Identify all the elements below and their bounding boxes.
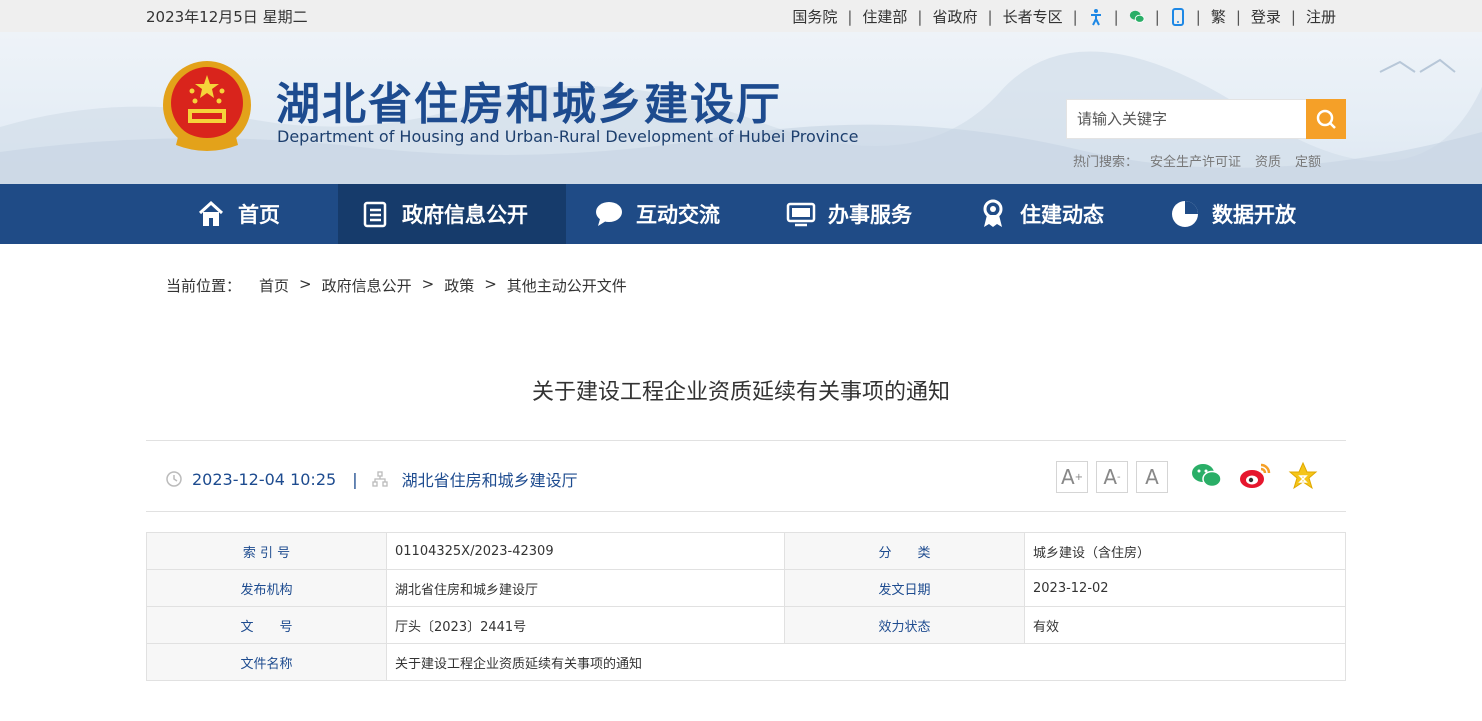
award-ribbon-icon [978, 199, 1008, 229]
document-list-icon [360, 199, 390, 229]
breadcrumb-item[interactable]: 政府信息公开 [322, 275, 412, 296]
info-key: 效力状态 [784, 606, 1025, 644]
font-size-decrease-button[interactable]: A- [1096, 461, 1128, 493]
nav-item-news[interactable]: 住建动态 [978, 184, 1104, 244]
divider: | [1235, 7, 1241, 26]
info-value: 有效 [1024, 606, 1346, 644]
link-elderly-zone[interactable]: 长者专区 [1003, 6, 1063, 27]
share-weibo-icon[interactable] [1238, 459, 1272, 493]
document-info-table: 索 引 号 01104325X/2023-42309 分 类 城乡建设（含住房）… [146, 532, 1346, 681]
nav-item-open-data[interactable]: 数据开放 [1170, 184, 1296, 244]
info-value: 厅头〔2023〕2441号 [386, 606, 785, 644]
link-login[interactable]: 登录 [1251, 6, 1281, 27]
divider: | [1113, 7, 1119, 26]
link-mohurd[interactable]: 住建部 [862, 6, 907, 27]
font-size-increase-button[interactable]: A + [1056, 461, 1088, 493]
breadcrumb-separator: > [299, 275, 312, 293]
divider: | [917, 7, 923, 26]
publish-datetime: 2023-12-04 10:25 [192, 469, 337, 489]
search-button[interactable] [1306, 99, 1346, 139]
nav-label: 政府信息公开 [402, 203, 528, 227]
link-provincial-gov[interactable]: 省政府 [932, 6, 977, 27]
divider: | [1195, 7, 1201, 26]
search-box [1066, 99, 1346, 139]
divider: | [847, 7, 853, 26]
search-icon [1316, 109, 1336, 129]
breadcrumb-item[interactable]: 首页 [259, 275, 289, 296]
breadcrumb-item[interactable]: 其他主动公开文件 [507, 275, 627, 296]
chat-bubble-icon [594, 199, 624, 229]
divider: | [1072, 7, 1078, 26]
nav-label: 住建动态 [1020, 203, 1104, 227]
hot-search-term[interactable]: 资质 [1255, 151, 1281, 170]
nav-item-gov-info[interactable]: 政府信息公开 [338, 184, 566, 244]
top-bar: 2023年12月5日 星期二 国务院 | 住建部 | 省政府 | 长者专区 | | | … [0, 0, 1482, 32]
pie-chart-icon [1170, 199, 1200, 229]
article-source: 湖北省住房和城乡建设厅 [401, 471, 578, 490]
home-icon [196, 199, 226, 229]
article-title: 关于建设工程企业资质延续有关事项的通知 [531, 380, 950, 405]
link-state-council[interactable]: 国务院 [792, 6, 837, 27]
search-input[interactable] [1067, 100, 1303, 138]
hot-search-term[interactable]: 定额 [1295, 151, 1321, 170]
info-key: 文 号 [146, 606, 387, 644]
info-key: 分 类 [784, 532, 1025, 570]
mobile-icon[interactable] [1170, 7, 1186, 26]
info-value: 01104325X/2023-42309 [386, 532, 785, 570]
info-value: 2023-12-02 [1024, 569, 1346, 607]
org-chart-icon [371, 471, 388, 487]
current-date: 2023年12月5日 星期二 [146, 8, 308, 26]
info-key: 发布机构 [146, 569, 387, 607]
nav-label: 互动交流 [636, 203, 720, 227]
clock-icon [166, 471, 182, 487]
article-info-line: 2023-12-04 10:25 | 湖北省住房和城乡建设厅 [166, 467, 578, 491]
breadcrumb: 当前位置： 首页 > 政府信息公开 > 政策 > 其他主动公开文件 [166, 275, 627, 296]
nav-item-interaction[interactable]: 互动交流 [594, 184, 720, 244]
hot-search-term[interactable]: 安全生产许可证 [1150, 151, 1241, 170]
nav-label: 首页 [238, 203, 280, 227]
divider: | [1290, 7, 1296, 26]
breadcrumb-label: 当前位置： [166, 277, 242, 295]
breadcrumb-item[interactable]: 政策 [444, 275, 474, 296]
divider: | [987, 7, 993, 26]
article-meta: 2023-12-04 10:25 | 湖北省住房和城乡建设厅 A + A- A [146, 440, 1346, 512]
divider: | [352, 469, 358, 489]
info-key: 文件名称 [146, 643, 387, 681]
wechat-icon[interactable] [1129, 8, 1145, 26]
info-value: 城乡建设（含住房） [1024, 532, 1346, 570]
info-key: 发文日期 [784, 569, 1025, 607]
top-links: 国务院 | 住建部 | 省政府 | 长者专区 | | | | 繁 | 登录 | 注册 [792, 6, 1336, 27]
info-key: 索 引 号 [146, 532, 387, 570]
font-size-default-button[interactable]: A [1136, 461, 1168, 493]
info-value: 关于建设工程企业资质延续有关事项的通知 [386, 643, 1346, 681]
nav-item-services[interactable]: 办事服务 [786, 184, 912, 244]
link-traditional-chinese[interactable]: 繁 [1211, 6, 1226, 27]
monitor-icon [786, 199, 816, 229]
table-row: 文件名称 关于建设工程企业资质延续有关事项的通知 [146, 643, 1346, 681]
info-value: 湖北省住房和城乡建设厅 [386, 569, 785, 607]
nav-label: 数据开放 [1212, 203, 1296, 227]
divider: | [1154, 7, 1160, 26]
hot-searches: 热门搜索： 安全生产许可证 资质 定额 [1073, 151, 1321, 170]
site-subtitle: Department of Housing and Urban-Rural De… [277, 127, 859, 146]
nav-label: 办事服务 [828, 203, 912, 227]
table-row: 索 引 号 01104325X/2023-42309 分 类 城乡建设（含住房） [146, 532, 1346, 570]
nav-item-home[interactable]: 首页 [196, 184, 280, 244]
breadcrumb-separator: > [421, 275, 435, 293]
favorite-star-icon[interactable] [1286, 459, 1320, 493]
share-wechat-icon[interactable] [1190, 459, 1224, 493]
site-header: 湖北省住房和城乡建设厅 Department of Housing and Ur… [0, 32, 1482, 184]
link-register[interactable]: 注册 [1306, 6, 1336, 27]
hot-search-label: 热门搜索： [1073, 155, 1139, 170]
breadcrumb-separator: > [484, 275, 497, 293]
accessibility-icon[interactable] [1088, 8, 1104, 26]
main-nav: 首页 政府信息公开 互动交流 办事服务 住建动态 数据开放 [0, 184, 1482, 244]
site-title[interactable]: 湖北省住房和城乡建设厅 [276, 68, 782, 132]
national-emblem-logo [163, 61, 251, 151]
table-row: 发布机构 湖北省住房和城乡建设厅 发文日期 2023-12-02 [146, 569, 1346, 607]
table-row: 文 号 厅头〔2023〕2441号 效力状态 有效 [146, 606, 1346, 644]
